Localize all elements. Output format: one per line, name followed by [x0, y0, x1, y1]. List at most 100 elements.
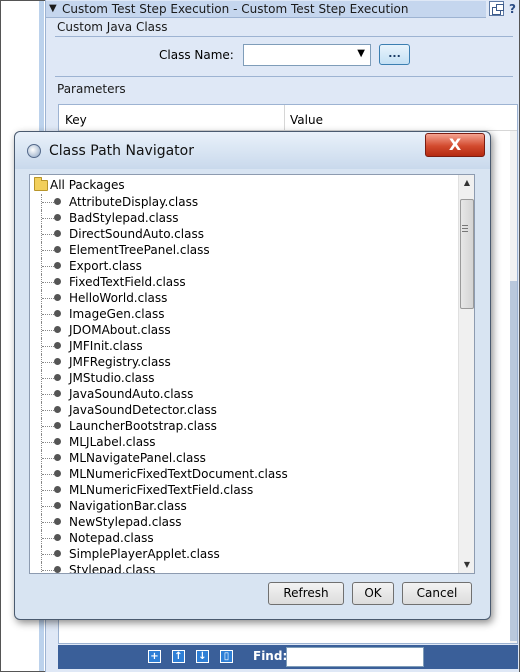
help-icon[interactable]: ? — [506, 2, 519, 16]
tree-item-label: MLNumericFixedTextDocument.class — [69, 467, 288, 481]
tree-item[interactable]: JMFInit.class — [30, 338, 458, 354]
class-file-icon — [54, 486, 61, 493]
tree-item[interactable]: MLJLabel.class — [30, 434, 458, 450]
tree-item[interactable]: JavaSoundDetector.class — [30, 402, 458, 418]
tree-item[interactable]: MLNumericFixedTextField.class — [30, 482, 458, 498]
tree-connector — [42, 314, 54, 315]
tree-item-label: SimplePlayerApplet.class — [69, 547, 220, 561]
tree-item[interactable]: JMFRegistry.class — [30, 354, 458, 370]
tree-connector — [42, 410, 54, 411]
tree-item[interactable]: ImageGen.class — [30, 306, 458, 322]
tree-item-label: AttributeDisplay.class — [69, 195, 199, 209]
collapse-arrow-icon[interactable]: ▼ — [49, 3, 57, 14]
add-row-icon[interactable]: + — [148, 650, 161, 663]
tree-connector — [42, 298, 54, 299]
class-file-icon — [54, 214, 61, 221]
scroll-thumb[interactable] — [460, 199, 474, 309]
tree-item[interactable]: LauncherBootstrap.class — [30, 418, 458, 434]
tree-item[interactable]: BadStylepad.class — [30, 210, 458, 226]
tree-item-label: JMStudio.class — [69, 371, 155, 385]
tree-item-label: NewStylepad.class — [69, 515, 182, 529]
cancel-button[interactable]: Cancel — [402, 582, 472, 605]
class-file-icon — [54, 534, 61, 541]
class-file-icon — [54, 198, 61, 205]
class-file-icon — [54, 518, 61, 525]
tree-connector — [41, 562, 42, 573]
class-file-icon — [54, 374, 61, 381]
find-input[interactable] — [286, 647, 424, 667]
close-button[interactable]: X — [425, 133, 485, 157]
section-divider — [55, 36, 513, 37]
move-down-icon[interactable]: ↓ — [196, 650, 209, 663]
tree-item-label: Stylepad.class — [69, 563, 156, 574]
tree-scrollbar[interactable]: ▲ ▼ — [458, 175, 474, 573]
tree-item-label: DirectSoundAuto.class — [69, 227, 204, 241]
tree-item-label: JDOMAbout.class — [69, 323, 171, 337]
tree-item[interactable]: NewStylepad.class — [30, 514, 458, 530]
tree-item-label: JMFRegistry.class — [69, 355, 171, 369]
tree-item-label: LauncherBootstrap.class — [69, 419, 217, 433]
tree-item-label: ImageGen.class — [69, 307, 165, 321]
class-file-icon — [54, 326, 61, 333]
column-divider — [284, 105, 285, 131]
tree-item[interactable]: Export.class — [30, 258, 458, 274]
tree-item[interactable]: FixedTextField.class — [30, 274, 458, 290]
tree-item[interactable]: JMStudio.class — [30, 370, 458, 386]
tree-connector — [42, 426, 54, 427]
tree-item-label: BadStylepad.class — [69, 211, 179, 225]
tree-item-label: MLJLabel.class — [69, 435, 156, 449]
tree-item-label: JavaSoundDetector.class — [69, 403, 217, 417]
tree-connector — [42, 458, 54, 459]
class-file-icon — [54, 262, 61, 269]
tree-item[interactable]: DirectSoundAuto.class — [30, 226, 458, 242]
restore-window-icon[interactable] — [489, 1, 504, 16]
tree-item[interactable]: Stylepad.class — [30, 562, 458, 574]
tree-item[interactable]: MLNavigatePanel.class — [30, 450, 458, 466]
dialog-title: Class Path Navigator — [49, 143, 194, 159]
ok-button[interactable]: OK — [352, 582, 394, 605]
tree-connector — [42, 506, 54, 507]
parameters-scroll-thumb[interactable] — [510, 281, 517, 641]
class-file-icon — [54, 550, 61, 557]
class-name-select[interactable]: ▼ — [243, 44, 371, 66]
tree-item[interactable]: SimplePlayerApplet.class — [30, 546, 458, 562]
column-header-key[interactable]: Key — [65, 113, 87, 127]
tree-item[interactable]: Notepad.class — [30, 530, 458, 546]
scroll-down-icon[interactable]: ▼ — [459, 557, 474, 573]
package-tree[interactable]: All Packages AttributeDisplay.class BadSt… — [29, 174, 475, 574]
browse-class-button[interactable]: ... — [379, 44, 410, 65]
panel-header[interactable]: ▼ Custom Test Step Execution - Custom Te… — [46, 1, 486, 18]
parameters-table-header: Key Value — [59, 105, 517, 131]
dropdown-arrow-icon[interactable]: ▼ — [357, 48, 365, 59]
delete-row-icon[interactable]: ▯ — [220, 650, 233, 663]
tree-item[interactable]: JavaSoundAuto.class — [30, 386, 458, 402]
tree-list: All Packages AttributeDisplay.class BadSt… — [30, 175, 458, 574]
tree-items: AttributeDisplay.class BadStylepad.class D… — [30, 194, 458, 574]
class-path-navigator-dialog: Class Path Navigator X All Packages Attr… — [14, 131, 491, 620]
tree-item[interactable]: JDOMAbout.class — [30, 322, 458, 338]
dialog-title-bar[interactable]: Class Path Navigator X — [15, 132, 490, 169]
tree-connector — [42, 538, 54, 539]
tree-item[interactable]: NavigationBar.class — [30, 498, 458, 514]
tree-connector — [42, 474, 54, 475]
tree-item[interactable]: MLNumericFixedTextDocument.class — [30, 466, 458, 482]
class-file-icon — [54, 342, 61, 349]
refresh-button[interactable]: Refresh — [268, 582, 344, 605]
tree-item[interactable]: AttributeDisplay.class — [30, 194, 458, 210]
scroll-up-icon[interactable]: ▲ — [459, 175, 474, 191]
tree-connector — [42, 250, 54, 251]
custom-java-class-title: Custom Java Class — [57, 20, 168, 34]
tree-connector — [42, 570, 54, 571]
tree-item[interactable]: ElementTreePanel.class — [30, 242, 458, 258]
tree-item-label: MLNumericFixedTextField.class — [69, 483, 254, 497]
class-file-icon — [54, 278, 61, 285]
tree-connector — [42, 218, 54, 219]
tree-item[interactable]: HelloWorld.class — [30, 290, 458, 306]
class-file-icon — [54, 454, 61, 461]
parameters-scrollbar[interactable] — [510, 131, 517, 643]
tree-connector — [42, 234, 54, 235]
folder-icon — [34, 177, 48, 191]
move-up-icon[interactable]: ↑ — [172, 650, 185, 663]
tree-connector — [42, 378, 54, 379]
column-header-value[interactable]: Value — [290, 113, 323, 127]
